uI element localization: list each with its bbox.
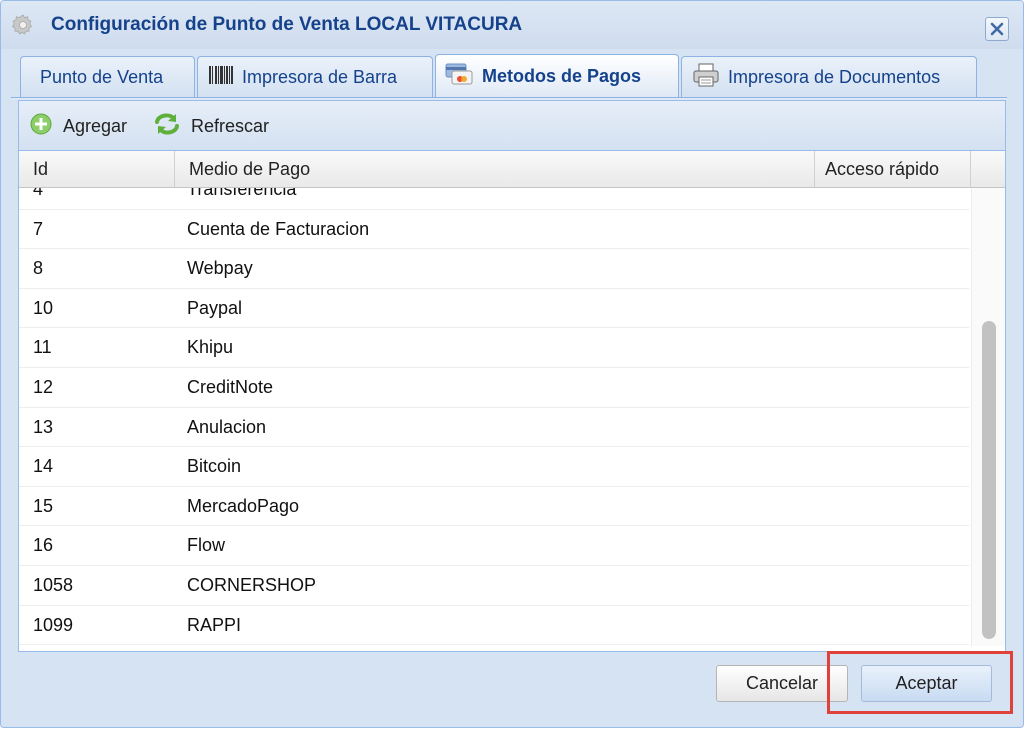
config-dialog: Configuración de Punto de Venta LOCAL VI… xyxy=(0,0,1024,728)
table-row[interactable]: 14 Bitcoin xyxy=(19,447,969,487)
scrollbar-thumb[interactable] xyxy=(982,321,996,639)
table-row[interactable]: 1058 CORNERSHOP xyxy=(19,566,969,606)
refresh-label: Refrescar xyxy=(191,115,270,136)
cancel-button[interactable]: Cancelar xyxy=(716,665,848,702)
dialog-header[interactable]: Configuración de Punto de Venta LOCAL VI… xyxy=(1,1,1023,49)
grid-header: Id Medio de Pago Acceso rápido xyxy=(19,151,1005,188)
accept-label: Aceptar xyxy=(895,673,958,693)
cell-id: 1058 xyxy=(33,574,74,595)
cell-medio-de-pago: Anulacion xyxy=(187,416,267,437)
cell-medio-de-pago: MercadoPago xyxy=(187,495,300,516)
dialog-title: Configuración de Punto de Venta LOCAL VI… xyxy=(51,14,523,35)
add-label: Agregar xyxy=(63,115,128,136)
column-header-acceso-rapido[interactable]: Acceso rápido xyxy=(815,151,971,187)
add-button[interactable]: Agregar xyxy=(29,113,127,139)
close-button[interactable] xyxy=(985,17,1009,41)
tab-label: Impresora de Barra xyxy=(242,66,398,87)
grid-rows: 4 Transferencia 7 Cuenta de Facturacion … xyxy=(19,188,969,646)
cell-id: 15 xyxy=(33,495,54,516)
cancel-label: Cancelar xyxy=(745,673,819,693)
column-label: Medio de Pago xyxy=(189,159,311,179)
table-row[interactable]: 16 Flow xyxy=(19,526,969,566)
add-icon xyxy=(29,112,53,141)
cell-id: 1099 xyxy=(33,614,74,635)
cell-medio-de-pago: CreditNote xyxy=(187,376,274,397)
accept-button[interactable]: Aceptar xyxy=(861,665,992,702)
tab-impresora-de-barra[interactable]: Impresora de Barra xyxy=(197,56,433,97)
cell-medio-de-pago: Paypal xyxy=(187,297,243,318)
tab-label: Punto de Venta xyxy=(40,66,164,87)
cell-id: 16 xyxy=(33,535,54,556)
tab-punto-de-venta[interactable]: Punto de Venta xyxy=(20,56,195,97)
tab-metodos-de-pagos[interactable]: Metodos de Pagos xyxy=(435,54,679,97)
tab-bar: Punto de Venta Impresora de Barra Metodo… xyxy=(11,49,1007,99)
column-label: Id xyxy=(33,159,49,179)
cell-medio-de-pago: Cuenta de Facturacion xyxy=(187,218,370,239)
cell-medio-de-pago: CORNERSHOP xyxy=(187,574,317,595)
grid-body: 4 Transferencia 7 Cuenta de Facturacion … xyxy=(19,188,969,646)
table-row[interactable]: 10 Paypal xyxy=(19,289,969,329)
grid-toolbar: Agregar Refrescar xyxy=(19,101,1005,151)
cell-id: 7 xyxy=(33,218,44,239)
cell-id: 10 xyxy=(33,297,54,318)
table-row[interactable]: 12 CreditNote xyxy=(19,368,969,408)
close-icon xyxy=(990,22,1004,36)
table-row[interactable]: 13 Anulacion xyxy=(19,408,969,448)
cell-id: 13 xyxy=(33,416,54,437)
table-row[interactable]: 4 Transferencia xyxy=(19,188,969,210)
table-row[interactable]: 11 Khipu xyxy=(19,328,969,368)
cell-medio-de-pago: Khipu xyxy=(187,337,234,358)
barcode-icon xyxy=(208,64,234,91)
cell-id: 8 xyxy=(33,258,44,279)
cell-medio-de-pago: Flow xyxy=(187,535,226,556)
cell-medio-de-pago: Bitcoin xyxy=(187,456,242,477)
cell-id: 14 xyxy=(33,456,54,477)
cell-id: 11 xyxy=(33,337,52,358)
vertical-scrollbar[interactable] xyxy=(971,188,1005,646)
gear-icon xyxy=(11,13,35,37)
cell-medio-de-pago: RAPPI xyxy=(187,614,242,635)
refresh-button[interactable]: Refrescar xyxy=(153,111,270,142)
tab-impresora-de-documentos[interactable]: Impresora de Documentos xyxy=(681,56,977,97)
cell-id: 4 xyxy=(33,188,44,199)
table-row[interactable]: 8 Webpay xyxy=(19,249,969,289)
cell-medio-de-pago: Transferencia xyxy=(187,188,297,199)
payment-methods-panel: Agregar Refrescar Id Medio de Pago Acces… xyxy=(18,100,1006,652)
tab-label: Impresora de Documentos xyxy=(728,66,941,87)
tab-label: Metodos de Pagos xyxy=(482,65,642,86)
cell-medio-de-pago: Webpay xyxy=(187,258,253,279)
column-header-medio-de-pago[interactable]: Medio de Pago xyxy=(175,151,815,187)
column-header-id[interactable]: Id xyxy=(19,151,175,187)
table-row[interactable]: 7 Cuenta de Facturacion xyxy=(19,210,969,250)
credit-card-icon xyxy=(444,62,474,91)
cell-id: 12 xyxy=(33,376,54,397)
table-row[interactable]: 1099 RAPPI xyxy=(19,606,969,646)
refresh-icon xyxy=(153,111,181,142)
table-row[interactable]: 15 MercadoPago xyxy=(19,487,969,527)
printer-icon xyxy=(692,62,720,93)
column-label: Acceso rápido xyxy=(825,159,940,179)
